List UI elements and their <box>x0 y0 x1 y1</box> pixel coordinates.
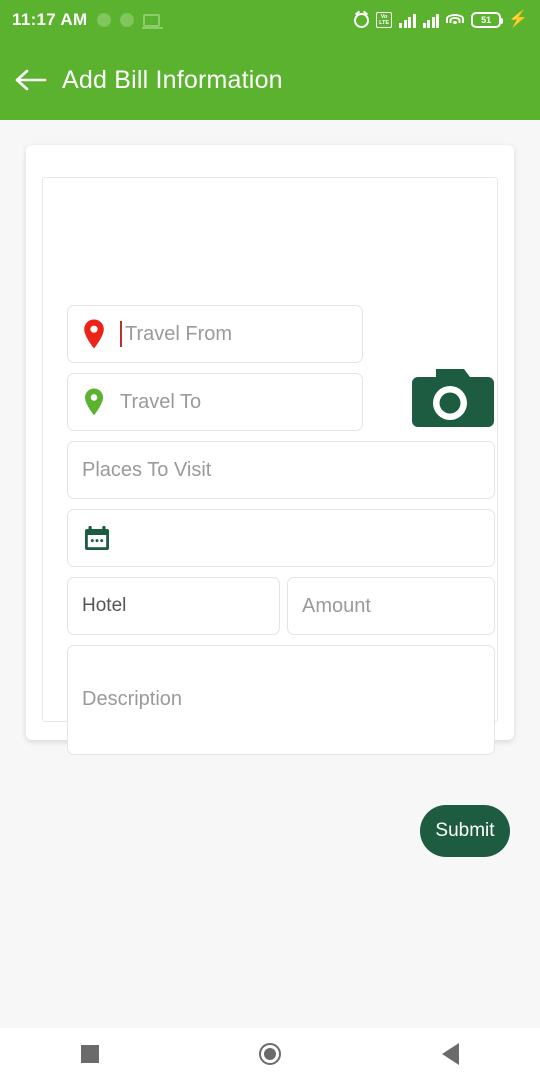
submit-button-label: Submit <box>435 820 495 841</box>
camera-button[interactable] <box>406 359 494 433</box>
status-clock: 11:17 AM <box>12 10 88 29</box>
nav-back-button[interactable] <box>405 1028 495 1080</box>
home-circle-icon <box>259 1043 281 1065</box>
calendar-icon <box>85 526 109 550</box>
amount-placeholder: Amount <box>302 594 371 617</box>
status-right-icons: Vo LTE 51 ⚡ <box>354 12 528 28</box>
travel-from-input[interactable]: Travel From <box>67 305 363 363</box>
android-nav-bar <box>0 1028 540 1080</box>
notification-dot-icon <box>97 13 112 27</box>
wifi-icon <box>446 13 465 27</box>
back-button[interactable] <box>0 66 62 94</box>
page-title: Add Bill Information <box>62 65 283 94</box>
form-card: Travel From Travel To Places To Visit Ho… <box>26 145 514 857</box>
location-pin-red-icon <box>84 319 104 349</box>
charging-bolt-icon: ⚡ <box>508 11 528 28</box>
description-placeholder: Description <box>82 688 183 710</box>
amount-input[interactable]: Amount <box>287 577 495 635</box>
travel-to-placeholder: Travel To <box>120 390 202 413</box>
back-triangle-icon <box>441 1043 459 1065</box>
status-left-icons <box>97 13 164 29</box>
travel-from-placeholder: Travel From <box>125 322 233 345</box>
phone-screen: 11:17 AM Vo LTE 51 ⚡ Add Bill Informatio… <box>0 0 540 1080</box>
nav-home-button[interactable] <box>225 1028 315 1080</box>
submit-button[interactable]: Submit <box>420 805 510 857</box>
places-to-visit-input[interactable]: Places To Visit <box>67 441 495 499</box>
alarm-icon <box>354 12 370 28</box>
recents-square-icon <box>81 1045 99 1063</box>
signal-bars-icon <box>422 13 440 28</box>
signal-bars-icon <box>399 13 416 28</box>
travel-to-input[interactable]: Travel To <box>67 373 363 431</box>
notification-dot-icon <box>120 13 135 27</box>
location-pin-green-icon <box>85 388 103 416</box>
battery-level-text: 51 <box>481 15 492 25</box>
description-input[interactable]: Description <box>67 645 495 755</box>
status-bar: 11:17 AM Vo LTE 51 ⚡ <box>0 0 540 40</box>
volte-icon: Vo LTE <box>376 12 393 28</box>
volte-bottom-text: LTE <box>379 20 390 26</box>
hotel-value: Hotel <box>82 595 127 616</box>
app-bar: Add Bill Information <box>0 40 540 120</box>
hotel-input[interactable]: Hotel <box>67 577 280 635</box>
laptop-icon <box>142 13 164 29</box>
camera-icon <box>412 369 494 427</box>
text-cursor <box>120 321 122 347</box>
battery-icon: 51 <box>471 12 504 28</box>
places-to-visit-placeholder: Places To Visit <box>82 458 212 481</box>
arrow-left-icon <box>15 69 47 91</box>
nav-recents-button[interactable] <box>45 1028 135 1080</box>
date-input[interactable] <box>67 509 495 567</box>
